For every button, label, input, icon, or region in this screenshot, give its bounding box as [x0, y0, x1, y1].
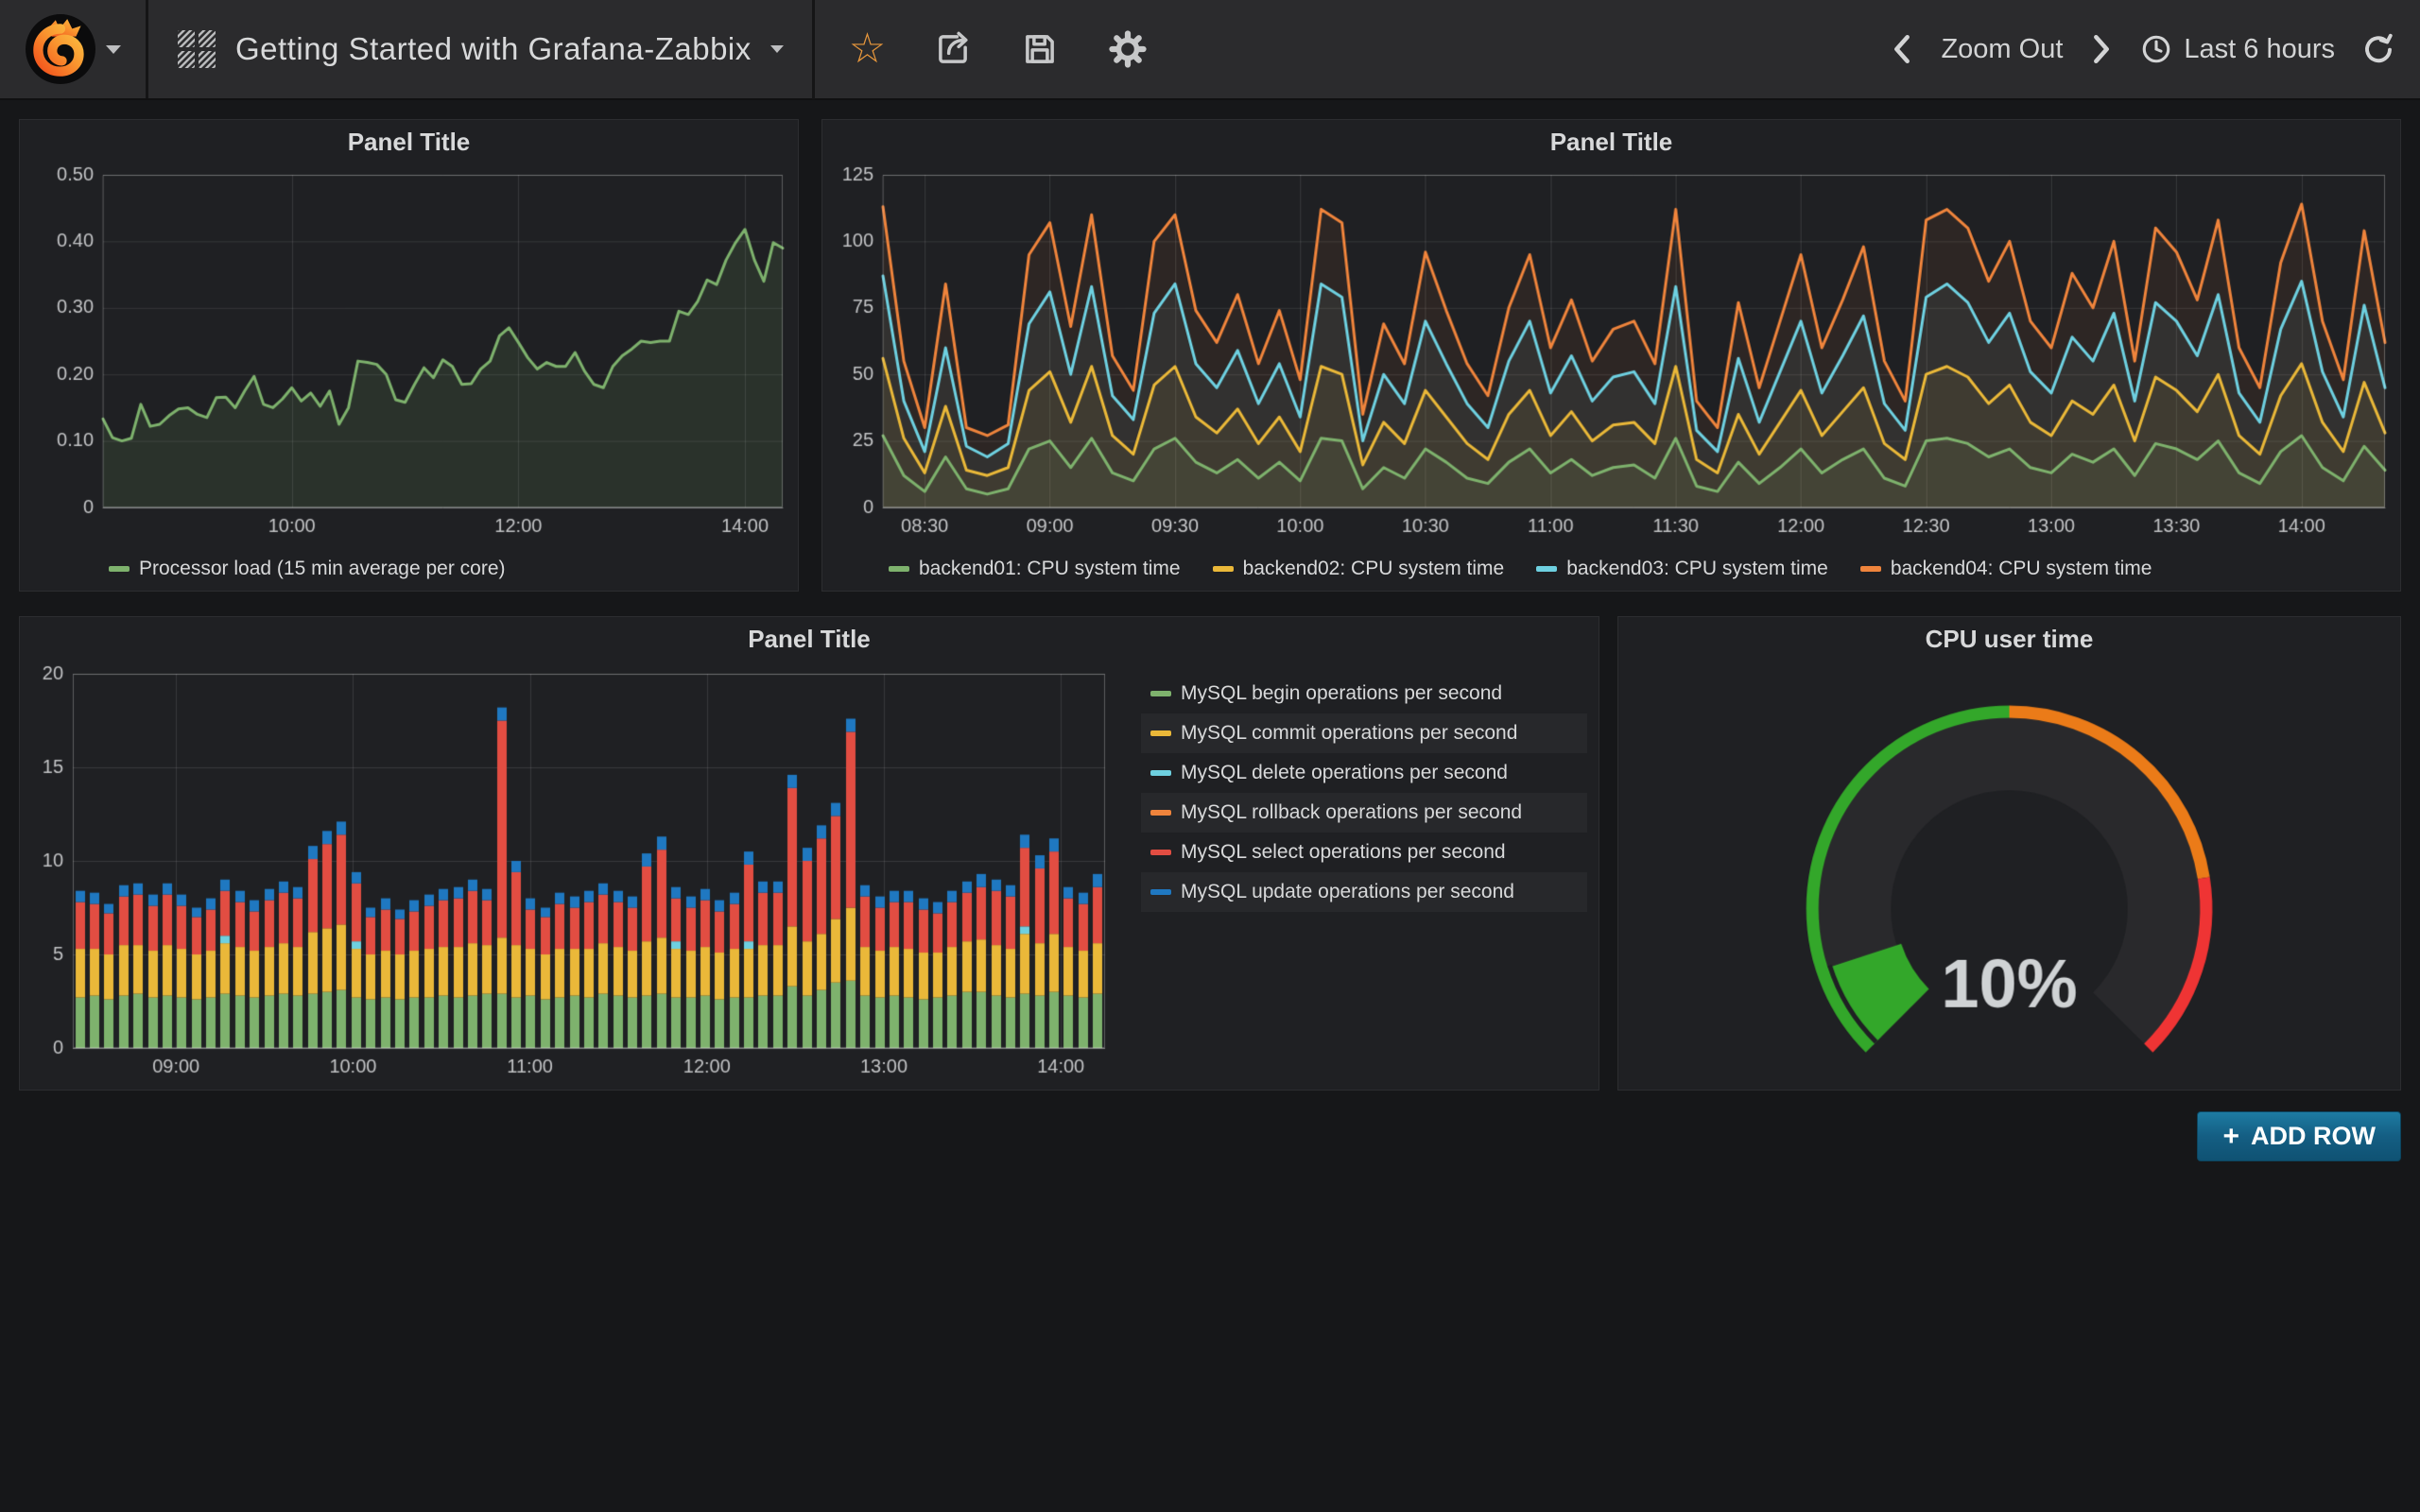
processor-load-chart[interactable] — [20, 163, 798, 547]
legend-label: MySQL update operations per second — [1181, 881, 1514, 903]
chevron-right-icon — [2089, 33, 2114, 65]
dashboard-grid-icon — [177, 29, 216, 69]
time-range-picker[interactable]: Last 6 hours — [2140, 33, 2335, 65]
legend-label: backend03: CPU system time — [1566, 558, 1828, 580]
dashboard-content: Panel Title Processor load (15 min avera… — [0, 100, 2420, 1180]
legend-label: backend04: CPU system time — [1891, 558, 2152, 580]
panel-title[interactable]: Panel Title — [20, 617, 1599, 661]
cpu-user-time-gauge[interactable] — [1618, 661, 2400, 1091]
panel-cpu-system-time: Panel Title backend01: CPU system time b… — [821, 119, 2401, 592]
save-icon — [1020, 29, 1060, 69]
refresh-button[interactable] — [2361, 32, 2395, 66]
panel-mysql-operations: Panel Title MySQL begin operations per s… — [19, 616, 1599, 1091]
panel-processor-load: Panel Title Processor load (15 min avera… — [19, 119, 799, 592]
refresh-icon — [2361, 32, 2395, 66]
legend-item[interactable]: backend04: CPU system time — [1860, 558, 2152, 580]
legend-item[interactable]: MySQL select operations per second — [1141, 833, 1587, 872]
legend-item[interactable]: MySQL commit operations per second — [1141, 713, 1587, 753]
legend-label: MySQL begin operations per second — [1181, 682, 1502, 705]
add-row-label: ADD ROW — [2251, 1122, 2376, 1151]
mysql-operations-chart[interactable] — [20, 661, 1118, 1090]
legend-item[interactable]: backend03: CPU system time — [1536, 558, 1828, 580]
legend-label: MySQL select operations per second — [1181, 841, 1506, 864]
share-button[interactable] — [933, 29, 973, 69]
legend-swatch — [1150, 730, 1171, 736]
legend-label: backend01: CPU system time — [919, 558, 1181, 580]
legend-swatch — [1150, 770, 1171, 776]
gear-icon — [1107, 28, 1149, 70]
legend-swatch — [889, 566, 909, 572]
legend-label: backend02: CPU system time — [1243, 558, 1505, 580]
add-row-button[interactable]: + ADD ROW — [2197, 1111, 2401, 1161]
legend-swatch — [1213, 566, 1234, 572]
star-icon: ☆ — [849, 28, 886, 70]
save-button[interactable] — [1020, 29, 1060, 69]
legend-label: MySQL rollback operations per second — [1181, 801, 1522, 824]
legend: backend01: CPU system time backend02: CP… — [822, 547, 2400, 591]
settings-button[interactable] — [1107, 28, 1149, 70]
panel-cpu-user-time: CPU user time — [1617, 616, 2401, 1091]
plus-icon: + — [2222, 1123, 2239, 1151]
legend-label: MySQL commit operations per second — [1181, 722, 1517, 745]
legend-swatch — [1150, 889, 1171, 895]
legend-swatch — [1536, 566, 1557, 572]
panel-title[interactable]: CPU user time — [1618, 617, 2400, 661]
legend-item[interactable]: MySQL update operations per second — [1141, 872, 1587, 912]
zoom-out-label: Zoom Out — [1941, 34, 2063, 65]
dashboard-title-button[interactable]: Getting Started with Grafana-Zabbix — [148, 0, 812, 98]
title-dropdown-caret-icon — [770, 45, 784, 53]
dashboard-title: Getting Started with Grafana-Zabbix — [235, 31, 752, 67]
star-button[interactable]: ☆ — [849, 28, 886, 70]
logo-dropdown-caret-icon — [106, 45, 121, 54]
legend-swatch — [1150, 810, 1171, 816]
share-icon — [933, 29, 973, 69]
chevron-left-icon — [1890, 33, 1914, 65]
legend-item[interactable]: backend01: CPU system time — [889, 558, 1181, 580]
legend-swatch — [1860, 566, 1881, 572]
legend-item[interactable]: MySQL begin operations per second — [1141, 674, 1587, 713]
panel-title[interactable]: Panel Title — [822, 120, 2400, 163]
legend-swatch — [1150, 691, 1171, 696]
dashboard-row-1: Panel Title Processor load (15 min avera… — [19, 119, 2401, 592]
zoom-out-button[interactable]: Zoom Out — [1941, 34, 2063, 65]
legend-swatch — [1150, 850, 1171, 855]
time-shift-back-button[interactable] — [1890, 33, 1914, 65]
legend-item[interactable]: backend02: CPU system time — [1213, 558, 1505, 580]
clock-icon — [2140, 33, 2172, 65]
grafana-logo-icon — [25, 13, 96, 85]
legend: MySQL begin operations per second MySQL … — [1118, 661, 1597, 1090]
legend: Processor load (15 min average per core) — [20, 547, 798, 591]
cpu-system-time-chart[interactable] — [822, 163, 2400, 547]
legend-label: Processor load (15 min average per core) — [139, 558, 506, 580]
legend-label: MySQL delete operations per second — [1181, 762, 1508, 784]
grafana-logo-button[interactable] — [0, 0, 148, 98]
legend-item[interactable]: MySQL rollback operations per second — [1141, 793, 1587, 833]
panel-title[interactable]: Panel Title — [20, 120, 798, 163]
legend-swatch — [109, 566, 130, 572]
time-range-label: Last 6 hours — [2184, 34, 2335, 65]
navbar: Getting Started with Grafana-Zabbix ☆ — [0, 0, 2420, 100]
dashboard-row-2: Panel Title MySQL begin operations per s… — [19, 616, 2401, 1091]
legend-item[interactable]: MySQL delete operations per second — [1141, 753, 1587, 793]
time-shift-forward-button[interactable] — [2089, 33, 2114, 65]
legend-item[interactable]: Processor load (15 min average per core) — [109, 558, 506, 580]
